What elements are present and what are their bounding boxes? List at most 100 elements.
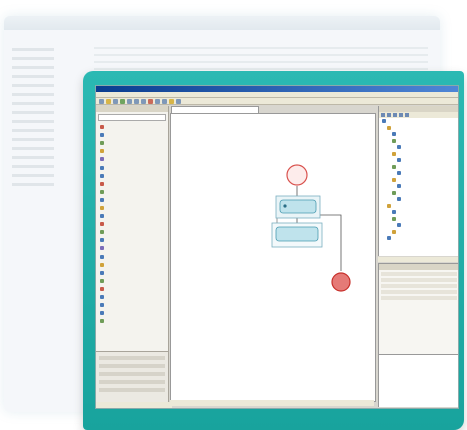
new-icon[interactable] [99,99,104,104]
tree-tool-icon[interactable] [381,113,385,117]
palette-item[interactable] [96,253,168,261]
tree-node-icon [392,138,396,143]
palette-item[interactable] [96,188,168,196]
state-icon [100,222,104,227]
tree-node-icon [392,151,396,156]
rule-icon [100,319,104,324]
tree-node-icon [397,197,401,202]
tree-node-icon [397,223,401,228]
app-window [95,85,459,409]
end-icon [100,286,104,291]
gear-icon [100,141,104,146]
tree-node-icon [387,236,391,241]
tree-tabs [378,257,458,262]
palette-item[interactable] [96,220,168,228]
palette-item[interactable] [96,139,168,147]
palette-item[interactable] [96,155,168,163]
process-tree [378,106,458,256]
toolbar [96,98,458,105]
node-icon [100,214,104,219]
palette-item[interactable] [96,301,168,309]
palette-item[interactable] [96,196,168,204]
properties-header [379,264,458,270]
join-icon [100,173,104,178]
variable-icon [100,246,104,251]
palette-search-input[interactable] [98,114,166,121]
palette-item[interactable] [96,131,168,139]
save-icon[interactable] [113,99,118,104]
component-palette [96,106,169,402]
text-icon [100,311,104,316]
tree-list [379,118,458,242]
palette-item[interactable] [96,285,168,293]
group-icon [100,278,104,283]
tree-tool-icon[interactable] [399,113,403,117]
palette-item[interactable] [96,269,168,277]
palette-item[interactable] [96,180,168,188]
editor-status [170,400,374,406]
script-icon [100,197,104,202]
workflow-diagram [271,164,351,292]
transition-icon [100,230,104,235]
tree-node-icon [392,210,396,215]
subprocess-icon [100,205,104,210]
user-icon [100,149,104,154]
mail-icon [100,181,104,186]
palette-item[interactable] [96,261,168,269]
grid-icon[interactable] [176,99,181,104]
palette-bottom-tab[interactable] [96,402,172,408]
workflow-canvas[interactable] [170,113,376,402]
timer-icon [100,189,104,194]
tree-node-icon [397,184,401,189]
zoom-icon[interactable] [169,99,174,104]
properties-panel [378,263,458,354]
palette-header [96,106,168,112]
start-node[interactable] [286,164,308,186]
tree-node-icon [397,145,401,150]
list-icon [100,295,104,300]
run-icon[interactable] [120,99,125,104]
palette-item[interactable] [96,228,168,236]
tree-tool-icon[interactable] [387,113,391,117]
tree-node-icon [387,125,391,130]
tree-node-icon [392,190,396,195]
event-icon [100,262,104,267]
editor-tab[interactable] [171,106,259,113]
palette-item[interactable] [96,172,168,180]
palette-item[interactable] [96,212,168,220]
tree-node[interactable] [379,235,458,242]
tree-node-icon [392,229,396,234]
tree-node-icon [392,164,396,169]
palette-item[interactable] [96,277,168,285]
output-panel [378,354,458,407]
background-titlebar [4,16,440,30]
redo-icon[interactable] [162,99,167,104]
note-icon [100,238,104,243]
task-node[interactable] [275,226,319,242]
palette-item[interactable] [96,123,168,131]
palette-item[interactable] [96,147,168,155]
swimlane-icon [100,270,104,275]
cut-icon[interactable] [127,99,132,104]
paste-icon[interactable] [141,99,146,104]
background-sidebar [12,42,82,398]
palette-item[interactable] [96,293,168,301]
open-folder-icon[interactable] [106,99,111,104]
task-icon [283,204,287,208]
tree-tool-icon[interactable] [405,113,409,117]
palette-footer [96,351,168,402]
palette-item[interactable] [96,309,168,317]
end-node[interactable] [331,272,351,292]
decision-icon [100,157,104,162]
tree-node-icon [387,203,391,208]
copy-icon[interactable] [134,99,139,104]
palette-item[interactable] [96,236,168,244]
tree-tool-icon[interactable] [393,113,397,117]
palette-item[interactable] [96,163,168,171]
palette-item[interactable] [96,204,168,212]
fork-icon [100,165,104,170]
palette-item[interactable] [96,317,168,325]
delete-icon[interactable] [148,99,153,104]
undo-icon[interactable] [155,99,160,104]
palette-item[interactable] [96,244,168,252]
